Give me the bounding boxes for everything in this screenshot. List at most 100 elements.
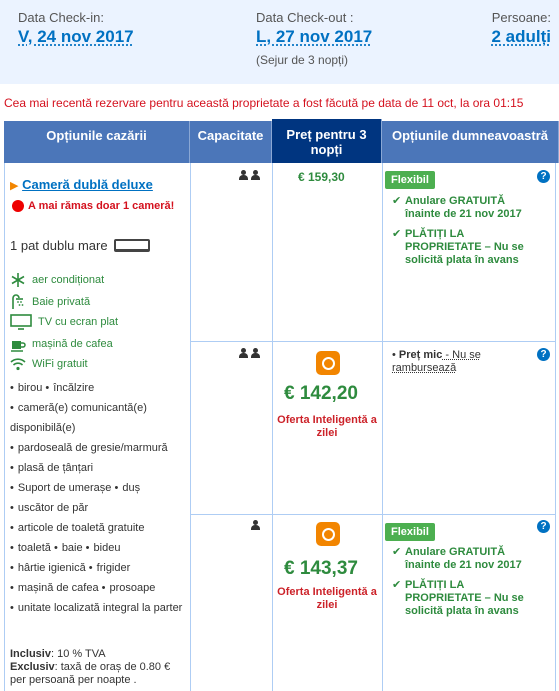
stay-length: (Sejur de 3 nopți) [256,53,349,67]
room-name-link[interactable]: Cameră dublă deluxe [22,177,153,192]
capacity-1-person [250,520,260,530]
header-capacity: Capacitate [190,121,272,163]
option-3-price: € 143,37 [284,558,358,579]
pay-title-2: PROPRIETATE [405,241,482,253]
person-icon [238,170,248,180]
checkout-value[interactable]: L, 27 nov 2017 [256,27,372,47]
checkin[interactable]: Data Check-in: V, 24 nov 2017 [18,10,134,47]
facility-row: • articole de toaletă gratuite [10,522,145,534]
help-icon[interactable]: ? [537,520,550,533]
bed-type: 1 pat dublu mare [10,238,150,253]
cancel-title: Anulare GRATUITĂ [405,546,506,558]
guests[interactable]: Persoane: 2 adulți [491,10,551,47]
grid-line [272,163,273,691]
smart-deal-label: Oferta Inteligentă a zilei [277,414,377,439]
facility-item: Suport de umerașe [17,482,112,494]
rooms-left-text: A mai rămas doar 1 cameră! [28,200,175,212]
cancel-date: înainte de 21 nov 2017 [405,559,522,571]
alert-icon [12,200,24,212]
grid-line [555,163,556,691]
checkmark-icon: ✔ [392,228,402,240]
checkmark-icon: ✔ [392,195,402,207]
header-your-options: Opțiunile dumneavoastră [382,121,559,163]
included-row: Inclusiv: 10 % TVA [10,648,185,661]
low-price-note: • Preț mic - Nu se rambursează [392,349,481,374]
table-header: Opțiunile cazării Capacitate Preț pentru… [4,119,559,163]
grid-line [191,341,556,342]
included-label: Inclusiv [10,648,51,660]
facility-item: bideu [93,542,121,554]
smart-deal-label: Oferta Inteligentă a zilei [277,586,377,611]
facility-item: baie [61,542,83,554]
facility-row: • cameră(e) comunicantă(e) disponibilă(e) [10,402,147,434]
pay-at-property: ✔ PLĂTIȚI LA PROPRIETATE – Nu se solicit… [392,579,553,618]
pay-title: PLĂTIȚI LA [405,579,465,591]
facility-row: • uscător de păr [10,502,89,514]
smart-deal-icon [316,522,340,546]
checkout-label: Data Check-out : [256,10,354,25]
excluded-label: Exclusiv [10,661,55,673]
caret-right-icon: ▶ [10,180,19,192]
tax-info: Inclusiv: 10 % TVA Exclusiv: taxă de ora… [10,648,185,687]
facility-item: plasă de țânțari [17,462,94,474]
person-icon [250,520,260,530]
facility-item: cameră(e) comunicantă(e) disponibilă(e) [10,402,147,434]
header-room-options: Opțiunile cazării [4,121,190,163]
facility-item: articole de toaletă gratuite [17,522,145,534]
facility-item: birou [17,382,43,394]
checkin-label: Data Check-in: [18,10,104,25]
snowflake-icon [11,273,25,287]
cancel-title: Anulare GRATUITĂ [405,195,506,207]
pay-title: PLĂTIȚI LA [405,228,465,240]
facility-row: • Suport de umerașe • duș [10,482,141,494]
facility-item: duș [122,482,141,494]
guests-value[interactable]: 2 adulți [491,27,551,47]
facility-row: • pardoseală de gresie/marmură [10,442,168,454]
checkin-value[interactable]: V, 24 nov 2017 [18,27,134,47]
grid-line [190,163,191,691]
help-icon[interactable]: ? [537,348,550,361]
header-price-label: Preț pentru 3 nopți [286,127,367,157]
option-2-price: € 142,20 [284,383,358,404]
included-text: : 10 % TVA [50,648,106,660]
facility-row: • hârtie igienică • frigider [10,562,131,574]
help-icon[interactable]: ? [537,170,550,183]
header-price: Preț pentru 3 nopți [272,119,382,163]
rooms-left-alert: A mai rămas doar 1 cameră! [12,200,174,212]
facility-item: mașină de cafea [17,582,99,594]
facility-row: • birou • încălzire [10,382,95,394]
amenity-wifi: WiFi gratuit [10,357,88,371]
amenity-ac: aer condiționat [10,272,104,288]
grid-line [382,163,383,691]
facility-item: încălzire [53,382,95,394]
amenity-label: TV cu ecran plat [38,316,119,328]
checkout[interactable]: Data Check-out : L, 27 nov 2017 (Sejur d… [256,10,372,67]
tv-icon [10,314,32,330]
amenity-label: WiFi gratuit [32,358,88,370]
amenity-tv: TV cu ecran plat [10,314,118,330]
bed-icon [113,239,150,252]
smart-deal-icon [316,351,340,375]
facility-row: • toaletă • baie • bideu [10,542,121,554]
flexible-badge: Flexibil [385,523,435,541]
free-cancellation: ✔ Anulare GRATUITĂ înainte de 21 nov 201… [392,546,550,572]
excluded-row: Exclusiv: taxă de oraș de 0.80 € per per… [10,661,185,687]
shower-icon [12,294,24,309]
wifi-icon [10,358,26,371]
amenity-coffee: mașină de cafea [10,336,113,352]
coffee-cup-icon [11,341,26,352]
amenity-label: aer condiționat [32,274,105,286]
facility-row: • mașină de cafea • prosoape [10,582,156,594]
person-icon [238,348,248,358]
amenity-bathroom: Baie privată [10,294,90,310]
date-summary: Data Check-in: V, 24 nov 2017 Data Check… [0,0,559,84]
person-icon [250,348,260,358]
person-icon [250,170,260,180]
room-name[interactable]: ▶ Cameră dublă deluxe [10,177,153,192]
facility-item: toaletă [17,542,51,554]
pay-at-property: ✔ PLĂTIȚI LA PROPRIETATE – Nu se solicit… [392,228,553,267]
capacity-2-persons [238,170,260,180]
low-price-title: Preț mic [398,349,443,361]
checkmark-icon: ✔ [392,546,402,558]
bed-type-label: 1 pat dublu mare [10,238,108,253]
